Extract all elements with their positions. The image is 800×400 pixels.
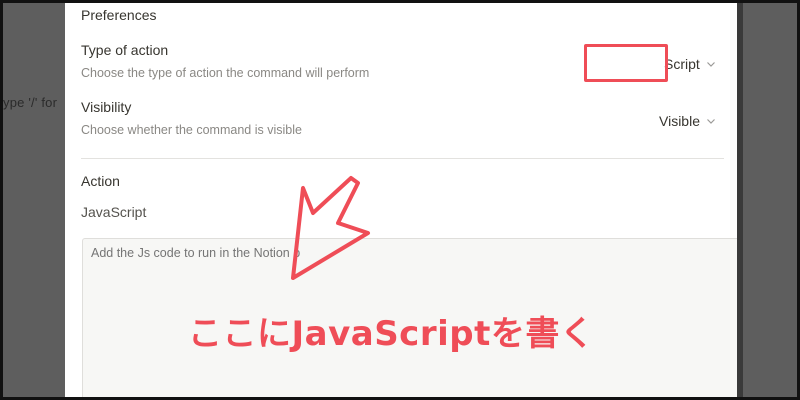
type-of-action-description: Choose the type of action the command wi… — [81, 66, 370, 80]
scrollbar[interactable] — [737, 3, 743, 397]
section-divider — [81, 158, 724, 159]
type-of-action-value: Script — [664, 56, 700, 72]
visibility-label: Visibility — [81, 99, 132, 115]
chevron-down-icon — [707, 119, 715, 124]
action-language-label: JavaScript — [81, 204, 147, 220]
visibility-value: Visible — [659, 113, 700, 129]
chevron-down-icon — [706, 62, 715, 67]
screenshot-frame: ype '/' for Preferences Type of action C… — [0, 0, 800, 400]
visibility-description: Choose whether the command is visible — [81, 123, 302, 137]
preferences-heading: Preferences — [81, 7, 157, 23]
background-hint-text: ype '/' for — [3, 95, 58, 110]
type-of-action-dropdown[interactable]: Script — [664, 56, 716, 72]
action-heading: Action — [81, 173, 120, 189]
annotation-text: ここにJavaScriptを書く — [188, 314, 595, 354]
annotation-highlight-box — [584, 44, 668, 82]
visibility-dropdown[interactable]: Visible — [659, 113, 716, 129]
annotation-arrow-icon — [291, 176, 370, 280]
type-of-action-label: Type of action — [81, 42, 169, 58]
